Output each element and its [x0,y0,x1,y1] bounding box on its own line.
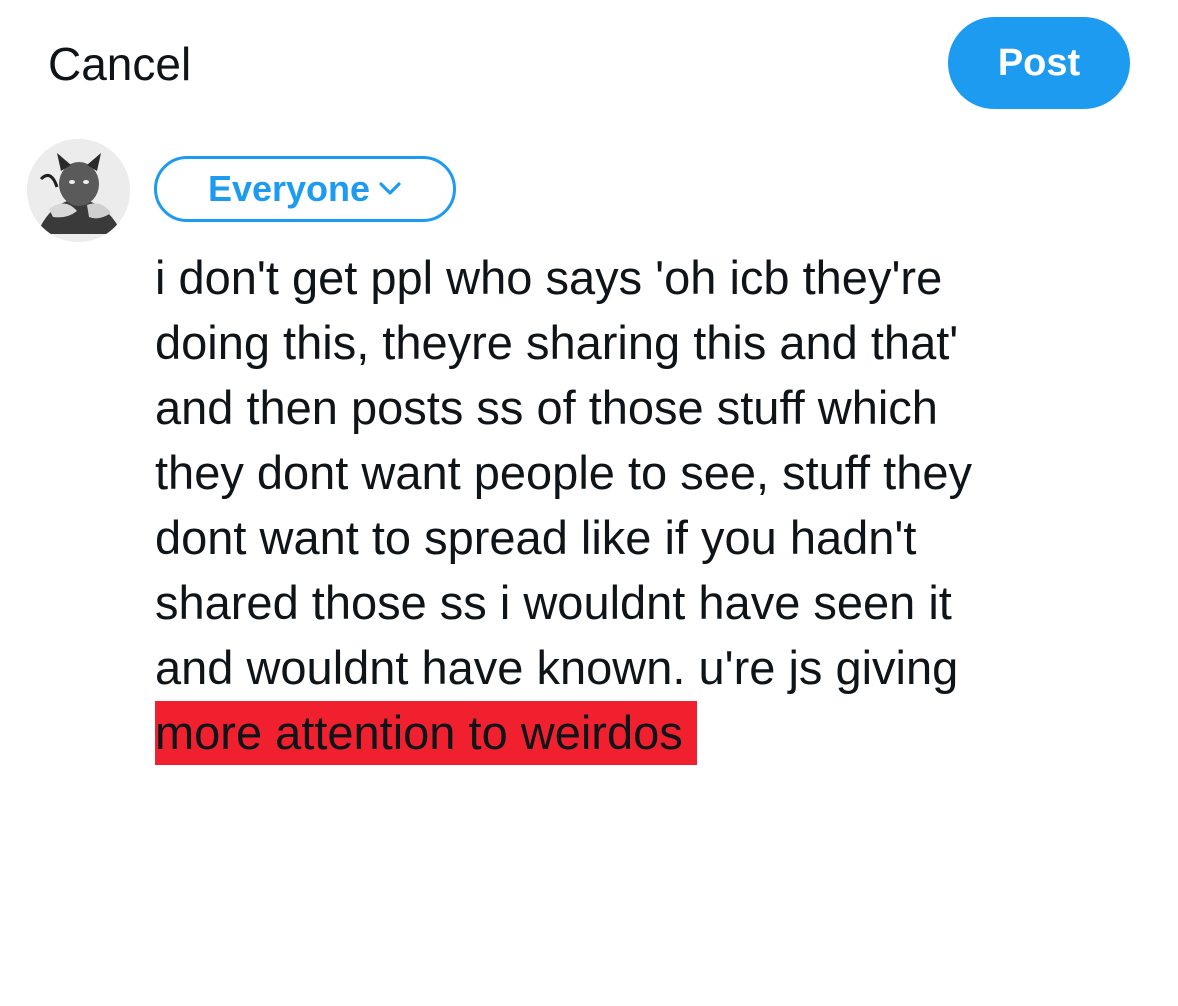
compose-text-line: and then posts ss of those stuff which [155,381,938,434]
compose-text-line: they dont want people to see, stuff they [155,446,972,499]
audience-selector[interactable]: Everyone [154,156,456,222]
chevron-down-icon [379,182,401,195]
compose-text-line: dont want to spread like if you hadn't [155,511,917,564]
compose-text-line: and wouldnt have known. u're js giving [155,641,959,694]
compose-text-line: shared those ss i wouldnt have seen it [155,576,952,629]
compose-text-line: i don't get ppl who says 'oh icb they're [155,251,943,304]
cancel-button[interactable]: Cancel [48,36,191,92]
post-button[interactable]: Post [948,17,1130,109]
user-avatar-image [27,139,130,242]
avatar[interactable] [27,139,130,242]
audience-label: Everyone [207,168,371,209]
highlighted-overflow-text: more attention to weirdos [155,701,697,765]
tweet-compose-text[interactable]: i don't get ppl who says 'oh icb they're… [155,245,1155,765]
compose-text-line: doing this, theyre sharing this and that… [155,316,959,369]
